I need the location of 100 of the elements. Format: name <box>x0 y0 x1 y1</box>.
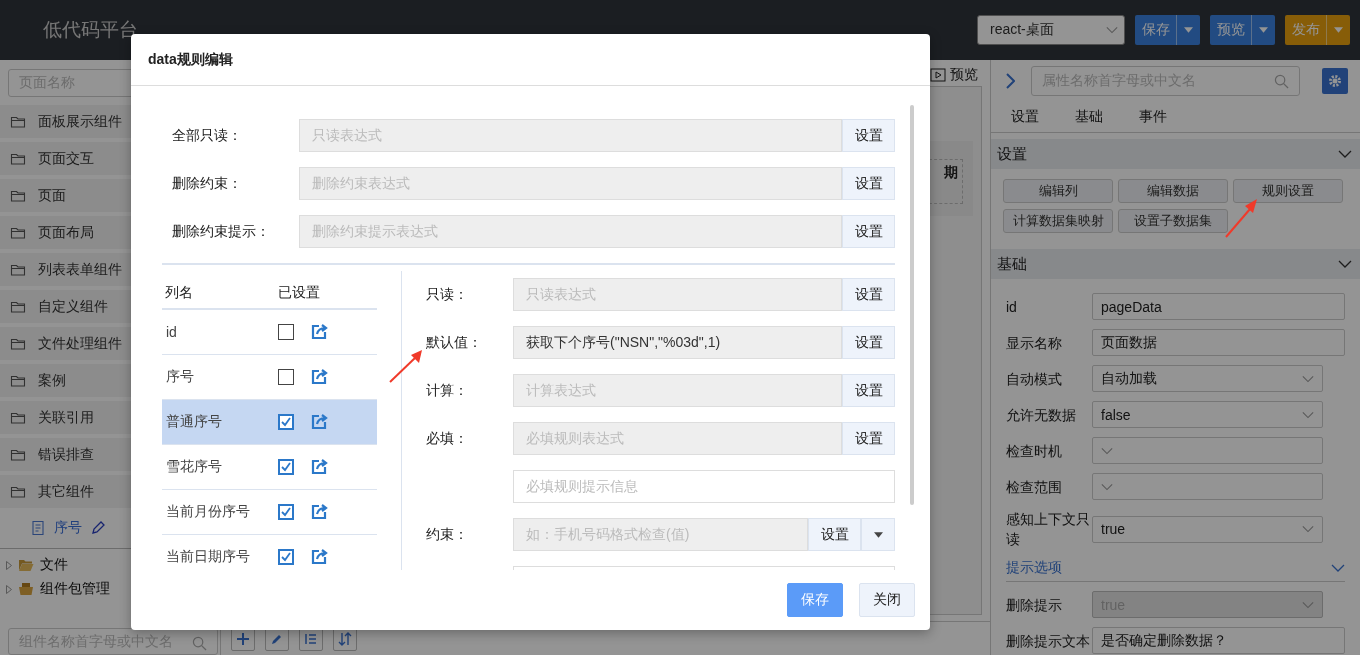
checkbox[interactable] <box>278 459 294 475</box>
set-button[interactable]: 设置 <box>808 518 861 551</box>
page-link[interactable]: 序号 <box>54 519 82 537</box>
set-button[interactable]: 设置 <box>842 374 895 407</box>
input-field[interactable]: pageData <box>1092 293 1345 320</box>
section-title: 基础 <box>997 254 1027 274</box>
select-field[interactable] <box>1092 473 1323 500</box>
save-button[interactable]: 保存 <box>787 583 843 617</box>
subsection-header[interactable]: 提示选项 <box>1006 553 1345 582</box>
search-icon <box>1274 73 1289 89</box>
chevron-down-icon <box>1338 150 1352 158</box>
property-label: 允许无数据 <box>1006 405 1077 425</box>
chevron-down-icon <box>1302 374 1314 383</box>
section-header[interactable]: 设置 <box>991 139 1360 169</box>
chevron-right-icon[interactable] <box>1005 73 1015 89</box>
input-field[interactable]: 是否确定删除数据？ <box>1092 627 1345 654</box>
select-field[interactable]: false <box>1092 401 1323 428</box>
subsection-title: 提示选项 <box>1006 559 1062 577</box>
checkbox[interactable] <box>278 414 294 430</box>
share-icon[interactable] <box>310 548 328 566</box>
chevron-down-icon <box>1101 482 1113 491</box>
input-field[interactable]: 页面数据 <box>1092 329 1345 356</box>
close-button[interactable]: 关闭 <box>859 583 915 617</box>
split-button[interactable]: 预览 <box>1210 15 1275 45</box>
folder-label: 自定义组件 <box>38 297 108 316</box>
share-icon[interactable] <box>310 323 328 341</box>
section-header[interactable]: 基础 <box>991 249 1360 279</box>
property-label: id <box>1006 297 1018 317</box>
preview-button[interactable]: 预览 <box>930 64 978 86</box>
settings-button[interactable] <box>1322 68 1348 94</box>
checkbox[interactable] <box>278 504 294 520</box>
select-field[interactable]: 自动加载 <box>1092 365 1323 392</box>
table-row[interactable]: 当前月份序号 <box>162 490 377 535</box>
expand-triangle-icon[interactable] <box>6 560 12 570</box>
property-label: 感知上下文只读 <box>1006 510 1091 549</box>
panel-tab[interactable]: 基础 <box>1075 108 1103 126</box>
action-button[interactable]: 编辑列 <box>1003 179 1113 203</box>
property-label: 显示名称 <box>1006 333 1063 353</box>
pencil-icon[interactable] <box>90 520 106 536</box>
set-button[interactable]: 设置 <box>842 119 895 152</box>
share-icon[interactable] <box>310 368 328 386</box>
folder-label: 页面布局 <box>38 223 94 242</box>
caret-down-icon <box>1259 27 1268 33</box>
column-name: id <box>165 324 178 340</box>
property-label: 检查时机 <box>1006 441 1063 461</box>
checkbox[interactable] <box>278 324 294 340</box>
platform-select[interactable]: react-桌面 <box>977 15 1125 45</box>
folder-label: 错误排查 <box>38 445 94 464</box>
tree-item[interactable]: 组件包管理 <box>40 580 110 598</box>
checkbox[interactable] <box>278 549 294 565</box>
sort-arrows-icon <box>338 631 352 646</box>
set-button[interactable]: 设置 <box>842 326 895 359</box>
folder-label: 页面 <box>38 186 66 205</box>
field-label: 必填： <box>426 429 469 448</box>
set-button[interactable]: 设置 <box>842 422 895 455</box>
action-button[interactable]: 计算数据集映射 <box>1003 209 1113 233</box>
table-row[interactable]: 当前日期序号 <box>162 535 377 570</box>
folder-label: 文件处理组件 <box>38 334 122 353</box>
scrollbar[interactable] <box>910 105 914 505</box>
field-label: 只读： <box>426 285 469 304</box>
split-button[interactable]: 保存 <box>1135 15 1200 45</box>
table-row[interactable]: 雪花序号 <box>162 445 377 490</box>
package-icon <box>18 581 34 597</box>
folder-label: 关联引用 <box>38 408 94 427</box>
share-icon[interactable] <box>310 413 328 431</box>
select-field[interactable] <box>1092 437 1323 464</box>
list-icon <box>304 631 318 646</box>
chevron-down-icon <box>1302 410 1314 419</box>
expand-triangle-icon[interactable] <box>6 584 12 594</box>
property-label: 删除提示 <box>1006 595 1063 615</box>
tree-item[interactable]: 文件 <box>40 556 68 574</box>
table-row[interactable]: id <box>162 310 377 355</box>
panel-tab[interactable]: 事件 <box>1139 108 1167 126</box>
expression-field[interactable]: 获取下个序号("NSN","%03d",1) <box>513 326 842 359</box>
section-title: 设置 <box>997 144 1027 164</box>
folder-label: 列表表单组件 <box>38 260 122 279</box>
table-row[interactable]: 普通序号 <box>162 400 377 445</box>
action-button[interactable]: 编辑数据 <box>1118 179 1228 203</box>
share-icon[interactable] <box>310 503 328 521</box>
plus-icon <box>236 631 250 646</box>
panel-tab[interactable]: 设置 <box>1011 108 1039 126</box>
action-button[interactable]: 规则设置 <box>1233 179 1343 203</box>
column-header: 已设置 <box>278 283 320 302</box>
chevron-down-icon <box>1106 26 1118 34</box>
document-icon <box>30 520 46 536</box>
select-field[interactable]: true <box>1092 515 1323 543</box>
caret-down-icon <box>873 531 883 538</box>
set-button[interactable]: 设置 <box>842 167 895 200</box>
share-icon[interactable] <box>310 458 328 476</box>
dropdown-button[interactable] <box>861 518 895 551</box>
field-label: 默认值： <box>426 333 483 352</box>
field-label: 约束： <box>426 525 469 544</box>
action-button[interactable]: 设置子数据集 <box>1118 209 1228 233</box>
settings-icon <box>1328 74 1342 88</box>
set-button[interactable]: 设置 <box>842 278 895 311</box>
set-button[interactable]: 设置 <box>842 215 895 248</box>
dialog-title: data规则编辑 <box>148 50 233 69</box>
chevron-down-icon <box>1101 446 1113 455</box>
caret-down-icon <box>1184 27 1193 33</box>
checkbox[interactable] <box>278 369 294 385</box>
